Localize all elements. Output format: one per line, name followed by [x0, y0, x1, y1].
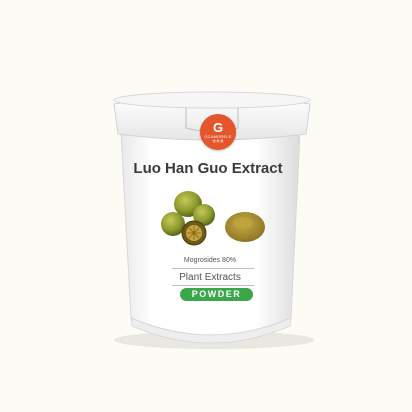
powder-image [225, 212, 265, 242]
bucket-illustration [113, 91, 314, 349]
product-title: Luo Han Guo Extract [133, 160, 283, 177]
divider [172, 285, 254, 286]
category-label: Plant Extracts [179, 272, 241, 283]
logo-mark-icon: G [212, 120, 224, 135]
form-badge: POWDER [180, 288, 253, 301]
logo-cn-text: 怡 樂 黑 [212, 139, 224, 143]
spec-label: Mogrosides 80% [183, 257, 237, 264]
divider [172, 268, 254, 269]
brand-logo: G GCAMORELE 怡 樂 黑 [200, 114, 236, 150]
product-image: G GCAMORELE 怡 樂 黑 Luo Han Guo Extract Mo… [0, 0, 412, 412]
